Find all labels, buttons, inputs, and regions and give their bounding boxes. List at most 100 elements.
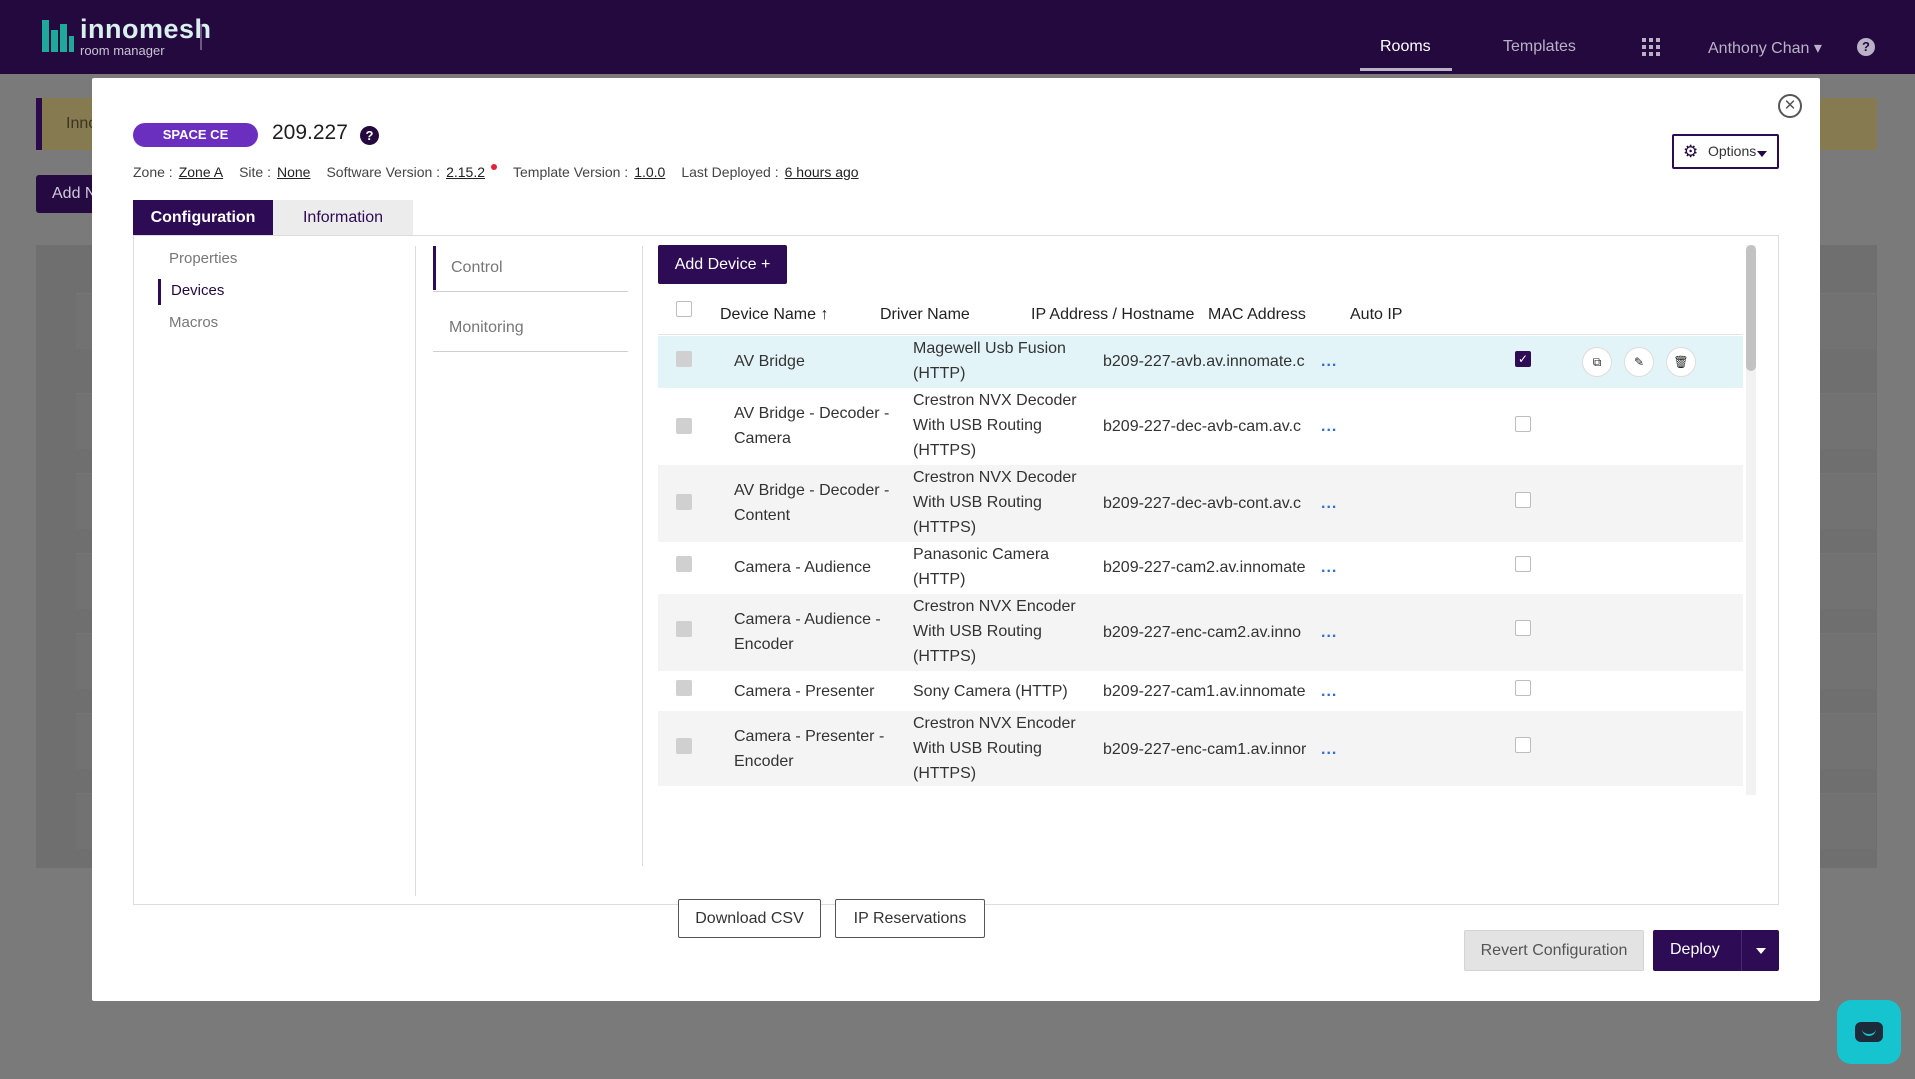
side-item-devices[interactable]: Devices <box>171 282 224 299</box>
add-device-button[interactable]: Add Device + <box>658 245 787 284</box>
update-available-dot <box>491 164 498 170</box>
table-row[interactable]: Camera - Audience Panasonic Camera (HTTP… <box>658 542 1743 594</box>
ip-more-link[interactable]: ... <box>1321 349 1337 374</box>
tab-configuration[interactable]: Configuration <box>133 200 273 235</box>
sub-item-control[interactable]: Control <box>433 246 628 292</box>
sort-ascending-icon: ↑ <box>820 306 829 323</box>
ip-address: b209-227-cam1.av.innomate <box>1103 683 1306 700</box>
room-meta: Zone : Zone A Site : None Software Versi… <box>133 164 875 180</box>
software-version-link[interactable]: 2.15.2 <box>446 164 485 180</box>
template-version-link[interactable]: 1.0.0 <box>634 164 665 180</box>
row-checkbox[interactable] <box>676 556 692 572</box>
row-checkbox[interactable] <box>676 351 692 367</box>
help-icon[interactable]: ? <box>1857 38 1875 56</box>
nav-active-indicator <box>1360 68 1452 71</box>
header-ip-address[interactable]: IP Address / Hostname <box>1031 306 1194 324</box>
delete-icon[interactable]: 🗑 <box>1666 347 1696 377</box>
driver-name: Magewell Usb Fusion (HTTP) <box>913 340 1066 382</box>
driver-name: Sony Camera (HTTP) <box>913 683 1068 700</box>
sub-item-monitoring[interactable]: Monitoring <box>433 306 628 352</box>
scrollbar-thumb[interactable] <box>1746 245 1756 371</box>
zone-label: Zone : <box>133 164 173 180</box>
last-deployed-link[interactable]: 6 hours ago <box>785 164 859 180</box>
driver-name: Crestron NVX Decoder With USB Routing (H… <box>913 469 1077 536</box>
ip-address: b209-227-enc-cam2.av.inno <box>1103 624 1302 641</box>
table-row[interactable]: AV Bridge - Decoder - Camera Crestron NV… <box>658 388 1743 465</box>
side-item-properties[interactable]: Properties <box>169 250 237 267</box>
row-checkbox[interactable] <box>676 738 692 754</box>
nav-templates[interactable]: Templates <box>1503 38 1576 56</box>
auto-ip-checkbox[interactable] <box>1515 556 1531 572</box>
device-name: Camera - Audience - Encoder <box>734 611 881 653</box>
deploy-split-button[interactable]: Deploy <box>1653 930 1779 971</box>
close-icon[interactable]: ✕ <box>1778 94 1802 118</box>
chat-widget-button[interactable] <box>1837 1000 1901 1064</box>
table-row[interactable]: Camera - Presenter - Encoder Crestron NV… <box>658 711 1743 786</box>
caret-down-icon <box>1757 151 1767 157</box>
auto-ip-checkbox[interactable] <box>1515 620 1531 636</box>
edit-icon[interactable]: ✎ <box>1624 347 1654 377</box>
ip-more-link[interactable]: ... <box>1321 679 1337 704</box>
table-row[interactable]: AV Bridge Magewell Usb Fusion (HTTP) b20… <box>658 336 1743 388</box>
chevron-down-icon[interactable] <box>1756 948 1766 954</box>
auto-ip-checkbox[interactable] <box>1515 737 1531 753</box>
table-row[interactable]: AV Bridge - Decoder - Content Crestron N… <box>658 465 1743 542</box>
auto-ip-checkbox[interactable] <box>1515 680 1531 696</box>
header-mac-address[interactable]: MAC Address <box>1208 306 1306 324</box>
chat-icon <box>1855 1022 1883 1042</box>
ip-address: b209-227-dec-avb-cam.av.c <box>1103 418 1302 435</box>
devices-table-header: Device Name ↑ Driver Name IP Address / H… <box>658 291 1743 335</box>
options-dropdown[interactable]: ⚙ Options <box>1672 134 1779 169</box>
zone-link[interactable]: Zone A <box>179 164 223 180</box>
auto-ip-checkbox[interactable] <box>1515 492 1531 508</box>
select-all-checkbox[interactable] <box>676 301 692 317</box>
driver-name: Panasonic Camera (HTTP) <box>913 546 1050 588</box>
copy-icon[interactable]: ⧉ <box>1582 347 1612 377</box>
row-checkbox[interactable] <box>676 418 692 434</box>
driver-name: Crestron NVX Decoder With USB Routing (H… <box>913 392 1077 459</box>
header-driver-name[interactable]: Driver Name <box>880 306 970 324</box>
devices-table-body: AV Bridge Magewell Usb Fusion (HTTP) b20… <box>658 336 1743 786</box>
table-row[interactable]: Camera - Presenter Sony Camera (HTTP) b2… <box>658 671 1743 711</box>
user-menu[interactable]: Anthony Chan ▾ <box>1708 38 1822 58</box>
ip-address: b209-227-enc-cam1.av.innor <box>1103 741 1307 758</box>
room-id: 209.227 <box>272 121 348 144</box>
device-name: AV Bridge - Decoder - Camera <box>734 405 890 447</box>
template-version-label: Template Version : <box>513 164 629 180</box>
header-device-name[interactable]: Device Name ↑ <box>720 306 828 324</box>
ip-address: b209-227-dec-avb-cont.av.c <box>1103 495 1302 512</box>
logo-divider <box>200 24 202 50</box>
device-name: Camera - Audience <box>734 559 871 576</box>
ip-more-link[interactable]: ... <box>1321 555 1337 580</box>
row-checkbox[interactable] <box>676 621 692 637</box>
configuration-panel: Properties Devices Macros Control Monito… <box>133 235 1779 938</box>
deploy-button[interactable]: Deploy <box>1670 941 1720 959</box>
download-csv-button[interactable]: Download CSV <box>678 899 821 938</box>
site-label: Site : <box>239 164 271 180</box>
row-checkbox[interactable] <box>676 494 692 510</box>
ip-more-link[interactable]: ... <box>1321 620 1337 645</box>
table-row[interactable]: Camera - Audience - Encoder Crestron NVX… <box>658 594 1743 671</box>
auto-ip-checkbox[interactable]: ✓ <box>1515 351 1531 367</box>
table-scrollbar[interactable] <box>1746 245 1756 795</box>
revert-configuration-button[interactable]: Revert Configuration <box>1464 930 1644 971</box>
site-link[interactable]: None <box>277 164 310 180</box>
side-divider <box>415 246 416 896</box>
ip-more-link[interactable]: ... <box>1321 491 1337 516</box>
side-item-macros[interactable]: Macros <box>169 314 218 331</box>
room-help-icon[interactable]: ? <box>360 126 379 145</box>
header-auto-ip[interactable]: Auto IP <box>1350 306 1402 324</box>
device-name: Camera - Presenter - Encoder <box>734 728 885 770</box>
apps-grid-icon[interactable] <box>1642 38 1660 56</box>
row-checkbox[interactable] <box>676 680 692 696</box>
software-version-label: Software Version : <box>326 164 441 180</box>
tab-information[interactable]: Information <box>273 200 413 235</box>
ip-address: b209-227-avb.av.innomate.c <box>1103 353 1305 370</box>
nav-rooms[interactable]: Rooms <box>1380 38 1431 56</box>
ip-address: b209-227-cam2.av.innomate <box>1103 559 1306 576</box>
ip-reservations-button[interactable]: IP Reservations <box>835 899 985 938</box>
auto-ip-checkbox[interactable] <box>1515 416 1531 432</box>
ip-more-link[interactable]: ... <box>1321 737 1337 762</box>
app-logo[interactable]: innomesh room manager <box>42 15 212 57</box>
ip-more-link[interactable]: ... <box>1321 414 1337 439</box>
